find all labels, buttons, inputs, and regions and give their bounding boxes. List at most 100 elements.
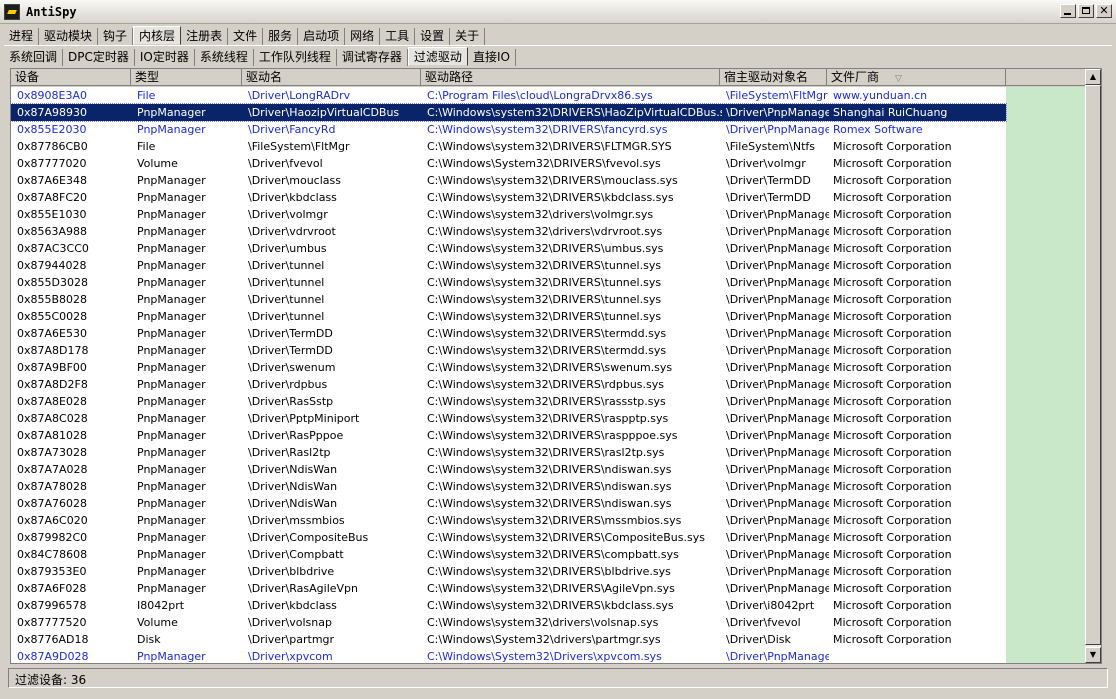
table-cell: 0x87786CB0 — [17, 140, 88, 153]
table-cell: \Driver\PnpManager — [726, 446, 829, 459]
sub-tab-1[interactable]: DPC定时器 — [63, 49, 135, 66]
table-row[interactable]: 0x87A9D028 PnpManager \Driver\xpvcom C:\Win… — [11, 648, 1006, 663]
main-tab-8[interactable]: 网络 — [345, 28, 381, 45]
column-header-label: 类型 — [135, 70, 160, 84]
sub-tab-5[interactable]: 调试寄存器 — [337, 49, 408, 66]
table-cell: \Driver\volmgr — [726, 157, 806, 170]
table-row[interactable]: 0x87A8E028 PnpManager \Driver\RasSstp C:\Wi… — [11, 393, 1006, 410]
app-icon — [4, 4, 20, 20]
table-row[interactable]: 0x855B8028 PnpManager \Driver\tunnel C:\Win… — [11, 291, 1006, 308]
table-row[interactable]: 0x87A76028 PnpManager \Driver\NdisWan C:\Wi… — [11, 495, 1006, 512]
table-row[interactable]: 0x87A78028 PnpManager \Driver\NdisWan C:\Wi… — [11, 478, 1006, 495]
main-tab-5[interactable]: 文件 — [228, 28, 264, 45]
table-row[interactable]: 0x8908E3A0 File \Driver\LongRADrv C:\Progra… — [11, 87, 1006, 104]
main-tab-4[interactable]: 注册表 — [181, 28, 229, 45]
main-tab-11[interactable]: 关于 — [450, 28, 486, 45]
table-row[interactable]: 0x87A6E530 PnpManager \Driver\TermDD C:\Win… — [11, 325, 1006, 342]
column-header-0[interactable]: 设备 — [11, 69, 131, 86]
table-row[interactable]: 0x87A8D2F8 PnpManager \Driver\rdpbus C:\Win… — [11, 376, 1006, 393]
table-row[interactable]: 0x8776AD18 Disk \Driver\partmgr C:\Windows\… — [11, 631, 1006, 648]
table-cell: \Driver\NdisWan — [248, 497, 338, 510]
column-header-2[interactable]: 驱动名 — [242, 69, 421, 86]
table-row[interactable]: 0x87A6E348 PnpManager \Driver\mouclass C:\W… — [11, 172, 1006, 189]
table-row[interactable]: 0x87A8D178 PnpManager \Driver\TermDD C:\Win… — [11, 342, 1006, 359]
table-row[interactable]: 0x87786CB0 File \FileSystem\FltMgr C:\Windo… — [11, 138, 1006, 155]
table-row[interactable]: 0x87AC3CC0 PnpManager \Driver\umbus C:\Wind… — [11, 240, 1006, 257]
table-cell: \Driver\NdisWan — [248, 463, 338, 476]
table-cell: PnpManager — [137, 106, 206, 119]
table-cell: Microsoft Corporation — [833, 191, 952, 204]
sub-tab-7[interactable]: 直接IO — [468, 49, 516, 66]
table-row[interactable]: 0x87A8FC20 PnpManager \Driver\kbdclass C:\W… — [11, 189, 1006, 206]
sub-tab-2[interactable]: IO定时器 — [135, 49, 195, 66]
table-row[interactable]: 0x855E1030 PnpManager \Driver\volmgr C:\Win… — [11, 206, 1006, 223]
table-row[interactable]: 0x855D3028 PnpManager \Driver\tunnel C:\Win… — [11, 274, 1006, 291]
table-cell: \Driver\PnpManager — [726, 548, 829, 561]
column-header-5[interactable]: 文件厂商 ▽ — [827, 69, 1006, 86]
table-row[interactable]: 0x87A9BF00 PnpManager \Driver\swenum C:\Win… — [11, 359, 1006, 376]
sub-tab-3[interactable]: 系统线程 — [195, 49, 254, 66]
main-tab-9[interactable]: 工具 — [380, 28, 416, 45]
table-row[interactable]: 0x8563A988 PnpManager \Driver\vdrvroot C:\W… — [11, 223, 1006, 240]
table-cell: Microsoft Corporation — [833, 463, 952, 476]
table-row[interactable]: 0x855C0028 PnpManager \Driver\tunnel C:\Win… — [11, 308, 1006, 325]
table-cell: \Driver\kbdclass — [248, 191, 337, 204]
column-header-1[interactable]: 类型 — [131, 69, 242, 86]
window-title: AntiSpy — [26, 5, 77, 19]
minimize-button[interactable] — [1060, 4, 1076, 18]
table-cell: C:\Windows\System32\DRIVERS\fvevol.sys — [427, 157, 661, 170]
main-tab-6[interactable]: 服务 — [263, 28, 299, 45]
maximize-button[interactable] — [1078, 4, 1094, 18]
table-cell: \Driver\i8042prt — [726, 599, 815, 612]
close-button[interactable]: ✕ — [1096, 4, 1112, 18]
table-cell: 0x879982C0 — [17, 531, 88, 544]
table-row[interactable]: 0x87A7A028 PnpManager \Driver\NdisWan C:\Wi… — [11, 461, 1006, 478]
sub-tab-6[interactable]: 过滤驱动 — [407, 47, 468, 66]
table-row[interactable]: 0x87A8C028 PnpManager \Driver\PptpMiniport… — [11, 410, 1006, 427]
main-tab-7[interactable]: 启动项 — [298, 28, 346, 45]
table-cell: \Driver\PnpManager — [726, 531, 829, 544]
table-row[interactable]: 0x84C78608 PnpManager \Driver\Compbatt C:\W… — [11, 546, 1006, 563]
main-tab-0[interactable]: 进程 — [4, 28, 40, 45]
filter-driver-list[interactable]: 设备 类型 驱动名 驱动路径 宿主驱动对象名 文件厂商 ▽ 0x8908E3A0 File \D… — [10, 68, 1102, 664]
table-row[interactable]: 0x87996578 I8042prt \Driver\kbdclass C:\Win… — [11, 597, 1006, 614]
table-cell: \Driver\tunnel — [248, 276, 325, 289]
table-row[interactable]: 0x87A98930 PnpManager \Driver\HaozipVirtua… — [11, 103, 1007, 122]
table-cell: C:\Windows\system32\DRIVERS\AgileVpn.sys — [427, 582, 675, 595]
table-cell: \Driver\PnpManager — [726, 123, 829, 136]
table-row[interactable]: 0x87A73028 PnpManager \Driver\Rasl2tp C:\Wi… — [11, 444, 1006, 461]
table-row[interactable]: 0x87A81028 PnpManager \Driver\RasPppoe C:\W… — [11, 427, 1006, 444]
table-row[interactable]: 0x855E2030 PnpManager \Driver\FancyRd C:\Wi… — [11, 121, 1006, 138]
sub-tab-0[interactable]: 系统回调 — [4, 49, 64, 66]
table-row[interactable]: 0x879982C0 PnpManager \Driver\CompositeBus… — [11, 529, 1006, 546]
vertical-scrollbar[interactable]: ▲ ▼ — [1085, 69, 1101, 663]
table-cell: \Driver\rdpbus — [248, 378, 328, 391]
table-row[interactable]: 0x87777520 Volume \Driver\volsnap C:\Window… — [11, 614, 1006, 631]
status-bar: 过滤设备: 36 — [8, 668, 1108, 688]
column-header-3[interactable]: 驱动路径 — [421, 69, 720, 86]
main-tab-3[interactable]: 内核层 — [133, 26, 182, 45]
table-cell: Microsoft Corporation — [833, 633, 952, 646]
table-cell: \Driver\PnpManager — [726, 429, 829, 442]
table-row[interactable]: 0x87A6F028 PnpManager \Driver\RasAgileVpn C… — [11, 580, 1006, 597]
table-row[interactable]: 0x87944028 PnpManager \Driver\tunnel C:\Win… — [11, 257, 1006, 274]
table-cell: \Driver\PptpMiniport — [248, 412, 360, 425]
table-row[interactable]: 0x87777020 Volume \Driver\fvevol C:\Windows… — [11, 155, 1006, 172]
scroll-down-button[interactable]: ▼ — [1085, 647, 1101, 663]
title-bar: AntiSpy ✕ — [0, 0, 1116, 24]
table-cell: \Driver\tunnel — [248, 259, 325, 272]
table-cell: Microsoft Corporation — [833, 259, 952, 272]
main-tab-1[interactable]: 驱动模块 — [39, 28, 99, 45]
table-cell: 0x87A78028 — [17, 480, 88, 493]
main-tab-10[interactable]: 设置 — [415, 28, 451, 45]
table-row[interactable]: 0x87A6C020 PnpManager \Driver\mssmbios C:\W… — [11, 512, 1006, 529]
scroll-thumb[interactable] — [1085, 85, 1101, 645]
table-cell: 0x87A6E530 — [17, 327, 87, 340]
table-cell: 0x87AC3CC0 — [17, 242, 89, 255]
table-row[interactable]: 0x879353E0 PnpManager \Driver\blbdrive C:\W… — [11, 563, 1006, 580]
column-header-4[interactable]: 宿主驱动对象名 — [720, 69, 827, 86]
sub-tab-4[interactable]: 工作队列线程 — [254, 49, 337, 66]
scroll-up-button[interactable]: ▲ — [1085, 69, 1101, 85]
arrow-down-icon: ▼ — [1089, 650, 1097, 659]
main-tab-2[interactable]: 钩子 — [98, 28, 134, 45]
